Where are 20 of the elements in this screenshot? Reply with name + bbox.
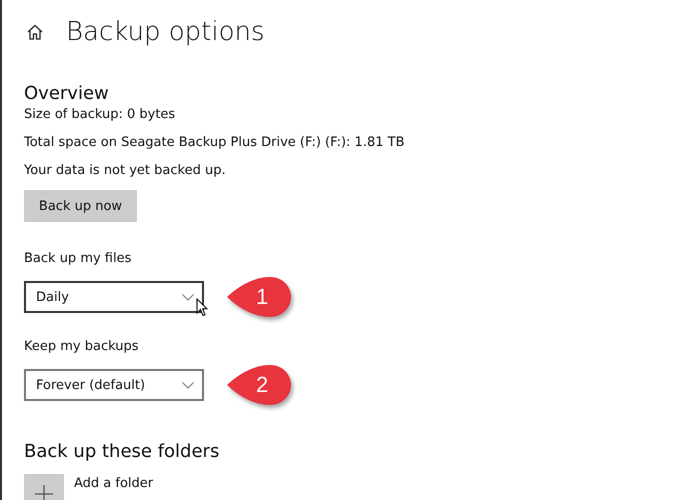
callout-marker — [226, 276, 292, 318]
info-text: Total space on Seagate Backup Plus Drive (F:) (F:): 1.81 TB — [24, 134, 406, 152]
back-up-now-button[interactable]: Back up now — [24, 190, 137, 222]
home-icon[interactable] — [26, 23, 44, 41]
field-label: Back up my files — [24, 250, 132, 268]
section-heading: Back up these folders — [24, 440, 220, 464]
chevron-down-icon — [182, 294, 194, 300]
page-title: Backup options — [66, 17, 265, 47]
add-folder-label[interactable]: Add a folder — [74, 476, 154, 491]
section-heading: Overview — [24, 82, 110, 106]
callout-number: 1 — [256, 284, 268, 310]
mouse-pointer-icon — [196, 298, 208, 317]
field-label: Keep my backups — [24, 338, 140, 356]
callout-marker — [226, 364, 292, 406]
info-text: Size of backup: 0 bytes — [24, 106, 176, 124]
chevron-down-icon — [182, 382, 194, 388]
plus-icon — [35, 485, 53, 500]
callout-number: 2 — [256, 372, 268, 398]
dropdown[interactable]: Forever (default) — [24, 369, 204, 401]
info-text: Your data is not yet backed up. — [24, 162, 227, 180]
